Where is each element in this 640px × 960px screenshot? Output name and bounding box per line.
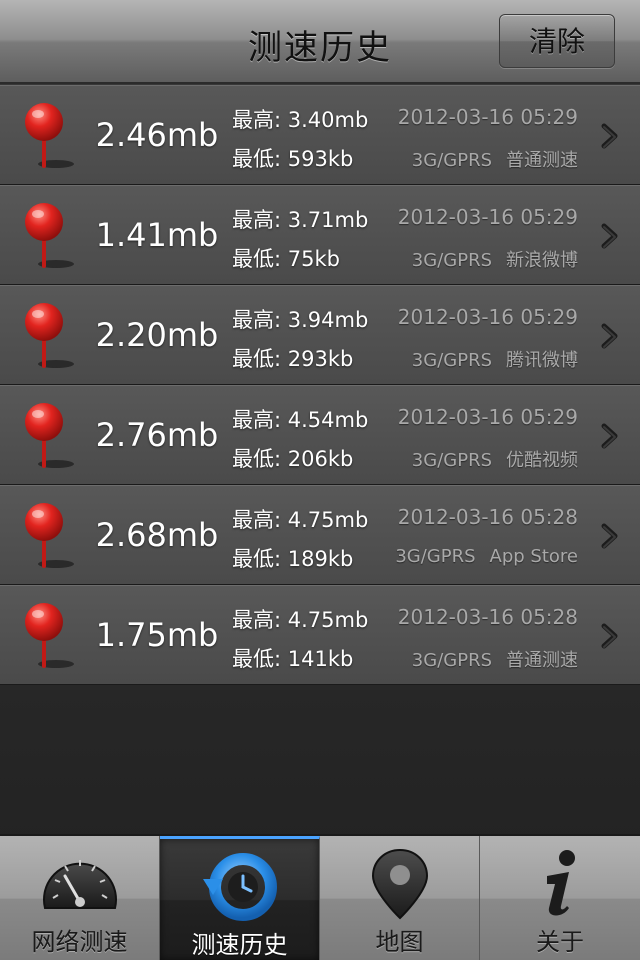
timestamp: 2012-03-16 05:28 [397,605,578,629]
network-info: 3G/GPRS 普通测速 [412,646,578,672]
timestamp: 2012-03-16 05:28 [397,505,578,529]
network-type: 3G/GPRS [411,350,492,371]
max-speed: 最高: 3.71mb [232,208,369,232]
network-type: 3G/GPRS [411,150,492,171]
chevron-right-icon [601,323,618,349]
average-speed: 2.68mb [95,516,219,554]
chevron-right-icon [601,523,618,549]
map-pin-icon [25,403,74,468]
min-speed: 最低: 206kb [232,447,354,471]
timestamp: 2012-03-16 05:29 [397,105,578,129]
tab-map[interactable]: 地图 [320,836,480,960]
tab-speed-test[interactable]: 网络测速 [0,836,160,960]
max-speed: 最高: 4.54mb [232,408,369,432]
max-speed: 最高: 4.75mb [232,508,369,532]
timestamp: 2012-03-16 05:29 [397,205,578,229]
max-speed: 最高: 3.40mb [232,108,369,132]
chevron-right-icon [601,223,618,249]
history-list: 2.46mb 最高: 3.40mb 最低: 593kb 2012-03-16 0… [0,85,640,685]
tab-label: 关于 [536,928,584,956]
history-clock-icon [202,853,277,921]
test-source: 普通测速 [506,650,578,671]
chevron-right-icon [601,623,618,649]
min-speed: 最低: 593kb [232,147,354,171]
chevron-right-icon [601,423,618,449]
network-info: 3G/GPRS App Store [395,546,578,567]
average-speed: 2.20mb [95,316,219,354]
min-speed: 最低: 75kb [232,247,340,271]
history-row[interactable]: 1.75mb 最高: 4.75mb 最低: 141kb 2012-03-16 0… [0,585,640,685]
network-type: 3G/GPRS [395,546,476,567]
test-source: 腾讯微博 [506,350,578,371]
clear-button[interactable]: 清除 [499,14,615,68]
map-pin-icon [25,603,74,668]
average-speed: 1.41mb [95,216,219,254]
min-speed: 最低: 293kb [232,347,354,371]
speedometer-icon [42,860,117,909]
min-speed: 最低: 141kb [232,647,354,671]
chevron-right-icon [601,123,618,149]
tab-label: 地图 [375,928,424,956]
timestamp: 2012-03-16 05:29 [397,305,578,329]
map-pin-icon [25,303,74,368]
test-source: 普通测速 [506,150,578,171]
tab-bar: 网络测速 测速历史 地图 关于 [0,834,640,960]
network-type: 3G/GPRS [411,250,492,271]
tab-history[interactable]: 测速历史 [160,836,320,960]
history-row[interactable]: 2.20mb 最高: 3.94mb 最低: 293kb 2012-03-16 0… [0,285,640,385]
average-speed: 2.46mb [95,116,219,154]
history-row[interactable]: 1.41mb 最高: 3.71mb 最低: 75kb 2012-03-16 05… [0,185,640,285]
test-source: 新浪微博 [506,250,578,271]
network-info: 3G/GPRS 优酷视频 [412,446,578,472]
network-info: 3G/GPRS 腾讯微博 [412,346,578,372]
tab-about[interactable]: 关于 [480,836,640,960]
history-row[interactable]: 2.46mb 最高: 3.40mb 最低: 593kb 2012-03-16 0… [0,85,640,185]
max-speed: 最高: 3.94mb [232,308,369,332]
network-type: 3G/GPRS [411,650,492,671]
network-info: 3G/GPRS 新浪微博 [412,246,578,272]
max-speed: 最高: 4.75mb [232,608,369,632]
map-pin-icon [25,203,74,268]
min-speed: 最低: 189kb [232,547,354,571]
average-speed: 1.75mb [95,616,219,654]
app-screen: 测速历史 清除 2.46mb 最高: 3.40mb 最低: 593kb 2012… [0,0,640,960]
navigation-bar: 测速历史 清除 [0,0,640,84]
timestamp: 2012-03-16 05:29 [397,405,578,429]
history-row[interactable]: 2.68mb 最高: 4.75mb 最低: 189kb 2012-03-16 0… [0,485,640,585]
tab-label: 测速历史 [191,931,288,959]
info-icon [547,850,575,916]
average-speed: 2.76mb [95,416,219,454]
tab-label: 网络测速 [31,928,128,956]
test-source: 优酷视频 [506,450,578,471]
map-pin-icon [371,848,428,920]
network-type: 3G/GPRS [411,450,492,471]
test-source: App Store [489,546,578,567]
history-row[interactable]: 2.76mb 最高: 4.54mb 最低: 206kb 2012-03-16 0… [0,385,640,485]
map-pin-icon [25,503,74,568]
network-info: 3G/GPRS 普通测速 [412,146,578,172]
map-pin-icon [25,103,74,168]
